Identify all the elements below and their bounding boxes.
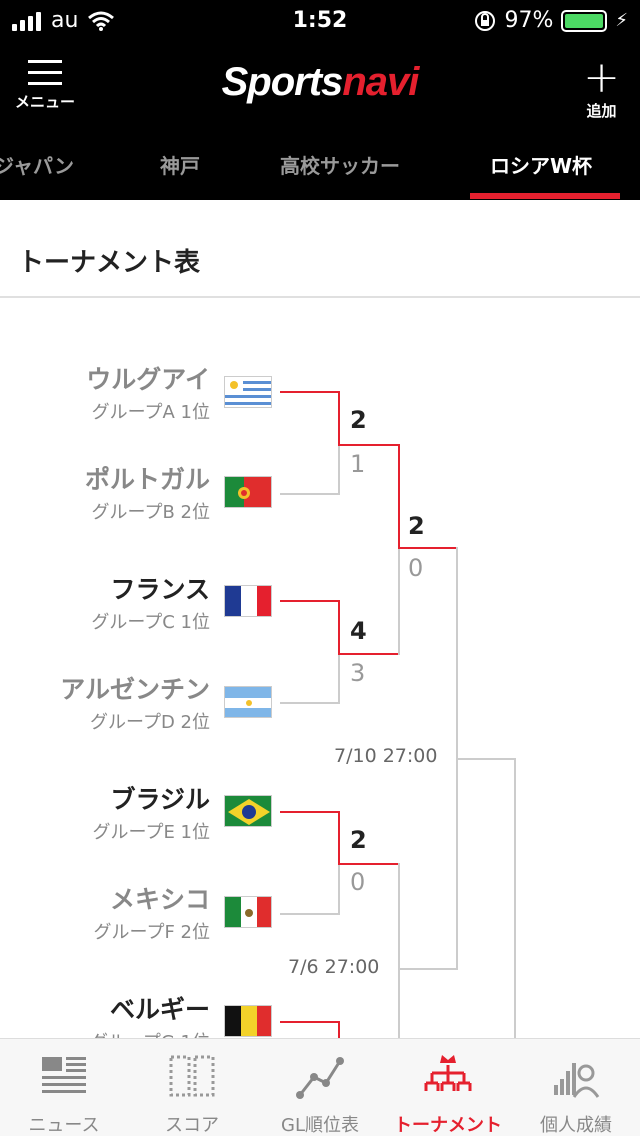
tab-japan[interactable]: ジャパン (0, 150, 74, 179)
sportsnavi-logo: Sportsnavi (221, 60, 420, 104)
nav-label: 個人成績 (540, 1115, 612, 1136)
argentina-flag-icon (224, 686, 272, 718)
team-entry[interactable]: ポルトガル グループB 2位 (85, 460, 210, 524)
team-name: ベルギー (109, 995, 210, 1024)
tournament-icon (424, 1055, 472, 1091)
match-score-loser: 1 (350, 450, 366, 478)
add-button[interactable]: + 追加 (583, 56, 620, 121)
nav-group-standings[interactable]: GL順位表 (256, 1039, 384, 1137)
portugal-flag-icon (224, 476, 272, 508)
match-score-loser: 0 (350, 868, 366, 896)
match-score-loser: 3 (350, 659, 366, 687)
nav-label: スコア (165, 1115, 219, 1136)
team-group: グループA 1位 (91, 402, 210, 423)
nav-tournament[interactable]: トーナメント (384, 1039, 512, 1137)
match-score-winner: 2 (350, 826, 367, 854)
match-date: 7/10 27:00 (334, 745, 438, 767)
brazil-flag-icon (224, 795, 272, 827)
app-header: メニュー Sportsnavi + 追加 (0, 42, 640, 140)
battery-percent: 97% (504, 8, 554, 33)
team-entry[interactable]: アルゼンチン グループD 2位 (60, 670, 210, 734)
add-label: 追加 (586, 102, 617, 120)
bottom-navigation: ニュース スコア GL順位表 トーナメント 個人成績 (0, 1038, 640, 1136)
divider (0, 296, 640, 298)
chart-line-icon (296, 1057, 344, 1099)
orientation-lock-icon (475, 10, 496, 31)
nav-score[interactable]: スコア (128, 1039, 256, 1137)
team-group: グループB 2位 (91, 502, 210, 523)
news-icon (42, 1057, 86, 1093)
match-score-winner: 2 (408, 512, 425, 540)
tab-kobe[interactable]: 神戸 (160, 150, 200, 179)
nav-label: トーナメント (394, 1115, 502, 1136)
team-entry[interactable]: フランス グループC 1位 (91, 570, 210, 634)
team-name: フランス (110, 575, 210, 604)
belgium-flag-icon (224, 1005, 272, 1037)
mexico-flag-icon (224, 896, 272, 928)
team-name: ウルグアイ (86, 365, 210, 394)
battery-icon (561, 9, 608, 32)
team-group: グループD 2位 (90, 712, 210, 733)
team-entry[interactable]: メキシコ グループF 2位 (94, 880, 210, 944)
team-name: アルゼンチン (60, 675, 210, 704)
nav-news[interactable]: ニュース (0, 1039, 128, 1137)
charging-icon: ⚡ (615, 10, 628, 31)
plus-icon: + (583, 52, 620, 103)
match-score-loser: 0 (408, 554, 424, 582)
team-entry[interactable]: ウルグアイ グループA 1位 (86, 360, 210, 424)
match-score-winner: 2 (350, 406, 367, 434)
team-group: グループC 1位 (91, 612, 210, 633)
match-score-winner: 4 (350, 617, 367, 645)
team-name: ブラジル (110, 785, 210, 814)
status-bar: au 1:52 97% ⚡ (0, 0, 640, 42)
match-date: 7/6 27:00 (288, 956, 380, 978)
active-tab-indicator (470, 193, 620, 199)
france-flag-icon (224, 585, 272, 617)
team-name: ポルトガル (84, 465, 210, 494)
page-title: トーナメント表 (18, 248, 201, 278)
score-icon (169, 1055, 215, 1097)
team-entry[interactable]: ブラジル グループE 1位 (93, 780, 210, 844)
team-group: グループF 2位 (93, 922, 210, 943)
tab-high-school-soccer[interactable]: 高校サッカー (280, 150, 400, 179)
uruguay-flag-icon (224, 376, 272, 408)
nav-label: ニュース (28, 1115, 100, 1136)
nav-label: GL順位表 (281, 1115, 359, 1136)
personal-stats-icon (554, 1063, 600, 1098)
nav-personal-stats[interactable]: 個人成績 (512, 1039, 640, 1137)
team-name: メキシコ (109, 885, 210, 914)
tab-russia-world-cup[interactable]: ロシアW杯 (490, 150, 592, 179)
team-group: グループE 1位 (92, 822, 210, 843)
category-tabs: ジャパン 神戸 高校サッカー ロシアW杯 (0, 140, 640, 200)
